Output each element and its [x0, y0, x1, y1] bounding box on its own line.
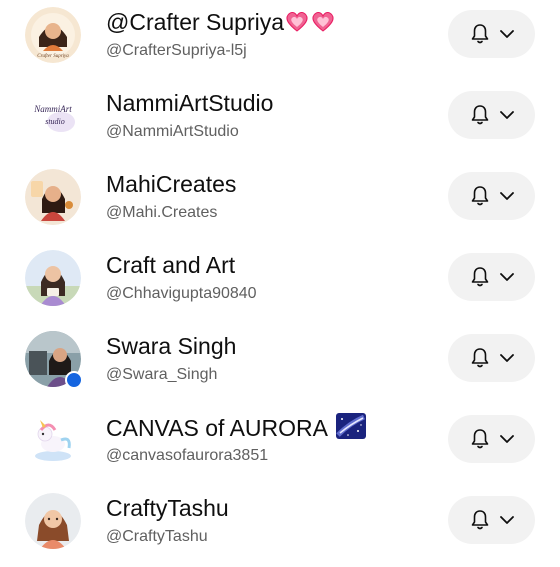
channel-name[interactable]: @Crafter Supriya: [106, 8, 336, 36]
avatar-image: Crafter Supriya: [25, 7, 81, 63]
notification-settings-button[interactable]: [448, 415, 535, 463]
channel-avatar[interactable]: [25, 250, 81, 306]
channel-handle: @NammiArtStudio: [106, 123, 239, 140]
subscriptions-list: Crafter Supriya @Crafter Supriya @Crafte…: [0, 0, 560, 560]
chevron-down-icon: [500, 435, 514, 443]
channel-handle: @Chhavigupta90840: [106, 285, 257, 302]
bell-icon: [471, 429, 489, 449]
avatar-image: [25, 250, 81, 306]
bell-icon: [471, 348, 489, 368]
sparkling-heart-icon: [286, 12, 308, 32]
avatar-image: [25, 169, 81, 225]
svg-text:Crafter Supriya: Crafter Supriya: [37, 54, 69, 59]
chevron-down-icon: [500, 192, 514, 200]
channel-row-craft-and-art[interactable]: Craft and Art @Chhavigupta90840: [0, 243, 560, 324]
channel-handle: @Swara_Singh: [106, 366, 218, 383]
channel-avatar[interactable]: Crafter Supriya: [25, 7, 81, 63]
channel-avatar[interactable]: [25, 169, 81, 225]
bell-icon: [471, 24, 489, 44]
chevron-down-icon: [500, 273, 514, 281]
notification-settings-button[interactable]: [448, 10, 535, 58]
avatar-image: [25, 412, 81, 468]
chevron-down-icon: [500, 30, 514, 38]
notification-settings-button[interactable]: [448, 172, 535, 220]
svg-text:studio: studio: [45, 117, 65, 126]
live-indicator-dot: [65, 371, 83, 389]
channel-handle: @CraftyTashu: [106, 528, 208, 545]
channel-name[interactable]: CANVAS of AURORA: [106, 413, 366, 442]
channel-handle: @CrafterSupriya-l5j: [106, 42, 247, 59]
avatar-image: NammiArt studio: [25, 88, 81, 144]
bell-icon: [471, 510, 489, 530]
channel-row-craftytashu[interactable]: CraftyTashu @CraftyTashu: [0, 486, 560, 567]
channel-handle: @canvasofaurora3851: [106, 447, 269, 464]
channel-name[interactable]: Swara Singh: [106, 332, 236, 360]
notification-settings-button[interactable]: [448, 334, 535, 382]
channel-row-mahicreates[interactable]: MahiCreates @Mahi.Creates: [0, 162, 560, 243]
channel-avatar[interactable]: [25, 412, 81, 468]
notification-settings-button[interactable]: [448, 91, 535, 139]
milky-way-icon: [335, 413, 366, 439]
sparkling-heart-icon: [312, 12, 334, 32]
bell-icon: [471, 186, 489, 206]
chevron-down-icon: [500, 516, 514, 524]
bell-icon: [471, 105, 489, 125]
avatar-image: [25, 493, 81, 549]
channel-avatar[interactable]: NammiArt studio: [25, 88, 81, 144]
channel-name[interactable]: MahiCreates: [106, 170, 236, 198]
channel-row-nammiartstudio[interactable]: NammiArt studio NammiArtStudio @NammiArt…: [0, 81, 560, 162]
channel-avatar[interactable]: [25, 331, 83, 389]
channel-name-text: CANVAS of AURORA: [106, 415, 328, 441]
notification-settings-button[interactable]: [448, 253, 535, 301]
svg-text:NammiArt: NammiArt: [33, 104, 72, 114]
channel-row-canvas-of-aurora[interactable]: CANVAS of AURORA @canvasofaurora3851: [0, 405, 560, 486]
channel-row-swara-singh[interactable]: Swara Singh @Swara_Singh: [0, 324, 560, 405]
channel-avatar[interactable]: [25, 493, 81, 549]
chevron-down-icon: [500, 354, 514, 362]
notification-settings-button[interactable]: [448, 496, 535, 544]
channel-name-text: @Crafter Supriya: [106, 9, 285, 35]
channel-name[interactable]: CraftyTashu: [106, 494, 229, 522]
channel-handle: @Mahi.Creates: [106, 204, 218, 221]
channel-row-crafter-supriya[interactable]: Crafter Supriya @Crafter Supriya @Crafte…: [0, 0, 560, 81]
bell-icon: [471, 267, 489, 287]
channel-name[interactable]: NammiArtStudio: [106, 89, 273, 117]
chevron-down-icon: [500, 111, 514, 119]
channel-name[interactable]: Craft and Art: [106, 251, 235, 279]
